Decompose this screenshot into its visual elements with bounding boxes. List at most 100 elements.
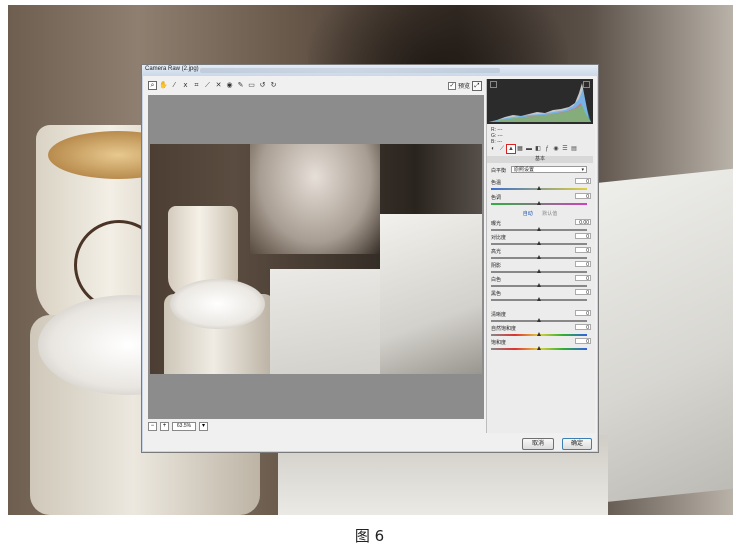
hsl-tab-icon[interactable]: ▦: [516, 145, 524, 153]
zoom-in-button[interactable]: +: [160, 421, 169, 431]
saturation-label: 饱和度: [491, 340, 507, 346]
blacks-thumb[interactable]: [537, 297, 541, 301]
whites-row: 白色 0: [491, 275, 591, 284]
whites-slider[interactable]: [491, 283, 587, 287]
color-sampler-icon[interactable]: ⅹ: [181, 81, 190, 90]
contrast-thumb[interactable]: [537, 241, 541, 245]
zoom-level[interactable]: 63.5%: [172, 421, 196, 431]
highlights-row: 高光 0: [491, 247, 591, 256]
hand-icon[interactable]: ✋: [159, 81, 168, 90]
fullscreen-icon[interactable]: ⤢: [472, 81, 482, 91]
zoom-dropdown-icon[interactable]: ▾: [199, 421, 208, 431]
histogram-graph: [489, 83, 591, 122]
saturation-value[interactable]: 0: [575, 338, 591, 345]
exposure-slider[interactable]: [491, 227, 587, 231]
magazine: [598, 167, 733, 503]
graduated-filter-icon[interactable]: ▭: [247, 81, 256, 90]
highlight-clipping-icon[interactable]: [583, 81, 590, 88]
saturation-thumb[interactable]: [537, 346, 541, 350]
white-balance-value: 原照设置: [514, 167, 535, 173]
tone-curve-icon[interactable]: ⟋: [498, 145, 506, 153]
zoom-icon[interactable]: ⌕: [148, 81, 157, 90]
effects-tab-icon[interactable]: ƒ: [543, 145, 551, 153]
crop-icon[interactable]: ⌗: [192, 81, 201, 90]
vibrance-value[interactable]: 0: [575, 324, 591, 331]
tint-row: 色调 0: [491, 193, 591, 202]
preview-checkbox[interactable]: ✓: [448, 81, 456, 90]
temperature-value[interactable]: 0: [575, 178, 591, 185]
presets-tab-icon[interactable]: ☰: [561, 145, 569, 153]
figure-caption: 图 6: [354, 527, 385, 545]
section-title: 基本: [487, 156, 593, 163]
temperature-row: 色温 0: [491, 178, 591, 187]
blacks-value[interactable]: 0: [575, 289, 591, 296]
detail-tab-icon[interactable]: ▲: [506, 144, 516, 154]
exposure-thumb[interactable]: [537, 227, 541, 231]
snapshots-tab-icon[interactable]: ▤: [570, 145, 578, 153]
preview-toggle[interactable]: ✓ 预览: [448, 81, 470, 90]
clarity-label: 清晰度: [491, 312, 507, 318]
rotate-ccw-icon[interactable]: ↺: [258, 81, 267, 90]
camera-calibration-icon[interactable]: ◉: [552, 145, 560, 153]
tint-slider[interactable]: [491, 201, 587, 205]
contrast-slider[interactable]: [491, 241, 587, 245]
saturation-slider[interactable]: [491, 346, 587, 350]
lens-corrections-icon[interactable]: ◧: [534, 145, 542, 153]
vibrance-thumb[interactable]: [537, 332, 541, 336]
shadow-clipping-icon[interactable]: [490, 81, 497, 88]
clarity-row: 清晰度 0: [491, 310, 591, 319]
temperature-label: 色温: [491, 180, 502, 186]
straighten-icon[interactable]: ⟋: [203, 81, 212, 90]
cancel-button[interactable]: 取消: [522, 438, 554, 450]
preview-cream: [170, 279, 265, 329]
title-bar[interactable]: Camera Raw (2.jpg): [142, 65, 598, 76]
highlights-thumb[interactable]: [537, 255, 541, 259]
spot-removal-icon[interactable]: ✕: [214, 81, 223, 90]
whites-thumb[interactable]: [537, 283, 541, 287]
shadows-row: 阴影 0: [491, 261, 591, 270]
tint-value[interactable]: 0: [575, 193, 591, 200]
whites-label: 白色: [491, 277, 502, 283]
default-link[interactable]: 默认值: [542, 211, 557, 217]
vibrance-slider[interactable]: [491, 332, 587, 336]
ok-button[interactable]: 确定: [562, 438, 592, 450]
vibrance-row: 自然饱和度 0: [491, 324, 591, 333]
shadows-value[interactable]: 0: [575, 261, 591, 268]
exposure-row: 曝光 0.00: [491, 219, 591, 228]
highlights-slider[interactable]: [491, 255, 587, 259]
camera-raw-dialog: Camera Raw (2.jpg) ⌕ ✋ ⁄ ⅹ ⌗ ⟋ ✕ ◉ ✎ ▭ ↺…: [141, 64, 599, 453]
adjustments-panel: R: --- G: --- B: --- ◐ ⟋ ▲ ▦ ▬ ◧ ƒ ◉ ☰ ▤…: [486, 79, 595, 433]
vibrance-label: 自然饱和度: [491, 326, 517, 332]
saturation-row: 饱和度 0: [491, 338, 591, 347]
clarity-thumb[interactable]: [537, 318, 541, 322]
blacks-slider[interactable]: [491, 297, 587, 301]
contrast-value[interactable]: 0: [575, 233, 591, 240]
tint-thumb[interactable]: [537, 201, 541, 205]
tool-bar: ⌕ ✋ ⁄ ⅹ ⌗ ⟋ ✕ ◉ ✎ ▭ ↺ ↻: [148, 81, 278, 91]
shadows-slider[interactable]: [491, 269, 587, 273]
split-toning-icon[interactable]: ▬: [525, 145, 533, 153]
auto-default-links: 自动 默认值: [487, 210, 593, 217]
white-balance-icon[interactable]: ⁄: [170, 81, 179, 90]
auto-link[interactable]: 自动: [523, 211, 533, 217]
preview-canvas[interactable]: [148, 95, 484, 419]
whites-value[interactable]: 0: [575, 275, 591, 282]
basic-tab-icon[interactable]: ◐: [489, 145, 497, 153]
contrast-label: 对比度: [491, 235, 507, 241]
temperature-slider[interactable]: [491, 186, 587, 190]
preview-image: [150, 144, 482, 374]
rgb-readout: R: --- G: --- B: ---: [491, 127, 503, 145]
exposure-value[interactable]: 0.00: [575, 219, 591, 226]
rotate-cw-icon[interactable]: ↻: [269, 81, 278, 90]
blacks-row: 黑色 0: [491, 289, 591, 298]
temperature-thumb[interactable]: [537, 186, 541, 190]
highlights-value[interactable]: 0: [575, 247, 591, 254]
red-eye-icon[interactable]: ◉: [225, 81, 234, 90]
zoom-controls: − + 63.5% ▾: [148, 421, 208, 431]
white-balance-select[interactable]: 原照设置 ▾: [511, 166, 587, 173]
zoom-out-button[interactable]: −: [148, 421, 157, 431]
adjustment-brush-icon[interactable]: ✎: [236, 81, 245, 90]
clarity-slider[interactable]: [491, 318, 587, 322]
clarity-value[interactable]: 0: [575, 310, 591, 317]
shadows-thumb[interactable]: [537, 269, 541, 273]
